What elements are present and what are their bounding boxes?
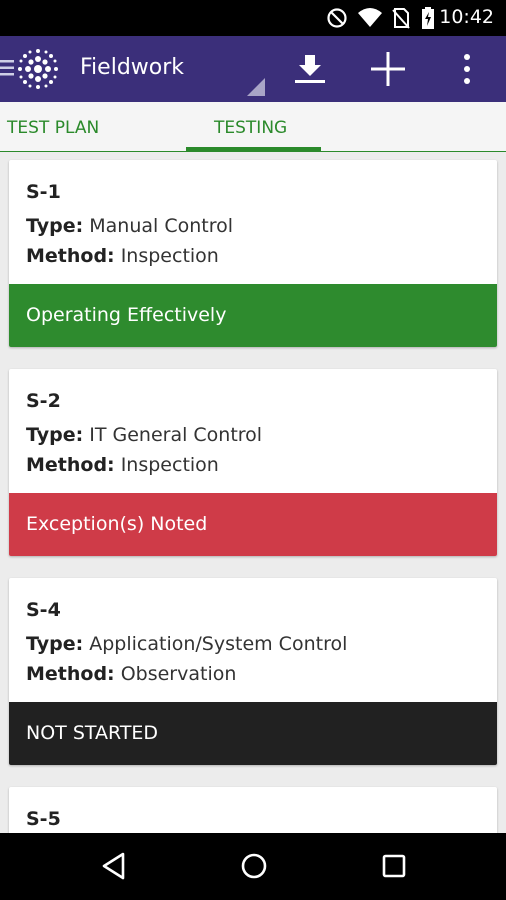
status-banner[interactable]: NOT STARTED: [9, 702, 497, 765]
home-icon[interactable]: [239, 851, 269, 881]
wifi-icon: [358, 8, 382, 27]
tab-test-plan[interactable]: TEST PLAN: [7, 118, 99, 138]
navigation-bar: [0, 833, 506, 900]
battery-charging-icon: [422, 7, 434, 29]
status-bar: 10:42: [0, 0, 506, 36]
tab-indicator: [186, 147, 321, 151]
control-id: S-1: [26, 181, 61, 203]
type-label: Type:: [26, 424, 84, 446]
status-time: 10:42: [439, 6, 494, 28]
control-card[interactable]: S-2 Type: IT General Control Method: Ins…: [9, 369, 497, 556]
control-list[interactable]: S-1 Type: Manual Control Method: Inspect…: [0, 152, 506, 833]
control-id: S-4: [26, 599, 61, 621]
control-card[interactable]: S-1 Type: Manual Control Method: Inspect…: [9, 160, 497, 347]
type-value: IT General Control: [89, 424, 263, 446]
type-value: Application/System Control: [89, 633, 348, 655]
method-label: Method:: [26, 454, 115, 476]
type-label: Type:: [26, 215, 84, 237]
add-icon[interactable]: [368, 49, 408, 89]
method-value: Observation: [120, 663, 237, 685]
tab-testing[interactable]: TESTING: [214, 118, 287, 138]
drawer-menu-icon[interactable]: [0, 56, 14, 80]
method-value: Inspection: [120, 454, 219, 476]
control-method: Method: Observation: [26, 659, 480, 689]
back-icon[interactable]: [100, 851, 128, 881]
status-banner[interactable]: Exception(s) Noted: [9, 493, 497, 556]
control-type: Type: IT General Control: [26, 420, 480, 450]
control-method: Method: Inspection: [26, 241, 480, 271]
spinner-dropdown-icon[interactable]: [247, 78, 265, 96]
control-method: Method: Inspection: [26, 450, 480, 480]
no-sim-icon: [392, 8, 410, 29]
app-bar: Fieldwork: [0, 36, 506, 102]
type-value: Manual Control: [89, 215, 233, 237]
app-logo-icon[interactable]: [16, 47, 60, 91]
status-banner[interactable]: Operating Effectively: [9, 284, 497, 347]
control-card[interactable]: S-5: [9, 787, 497, 833]
type-label: Type:: [26, 633, 84, 655]
control-type: Type: Manual Control: [26, 211, 480, 241]
control-id: S-5: [26, 808, 61, 830]
control-card[interactable]: S-4 Type: Application/System Control Met…: [9, 578, 497, 765]
do-not-disturb-icon: [327, 8, 347, 28]
download-icon[interactable]: [290, 49, 330, 89]
method-value: Inspection: [120, 245, 219, 267]
control-id: S-2: [26, 390, 61, 412]
control-type: Type: Application/System Control: [26, 629, 480, 659]
app-title[interactable]: Fieldwork: [80, 55, 184, 80]
recents-icon[interactable]: [380, 851, 408, 881]
method-label: Method:: [26, 663, 115, 685]
tab-bar: TEST PLAN TESTING: [0, 102, 506, 152]
overflow-menu-icon[interactable]: [447, 49, 487, 89]
method-label: Method:: [26, 245, 115, 267]
